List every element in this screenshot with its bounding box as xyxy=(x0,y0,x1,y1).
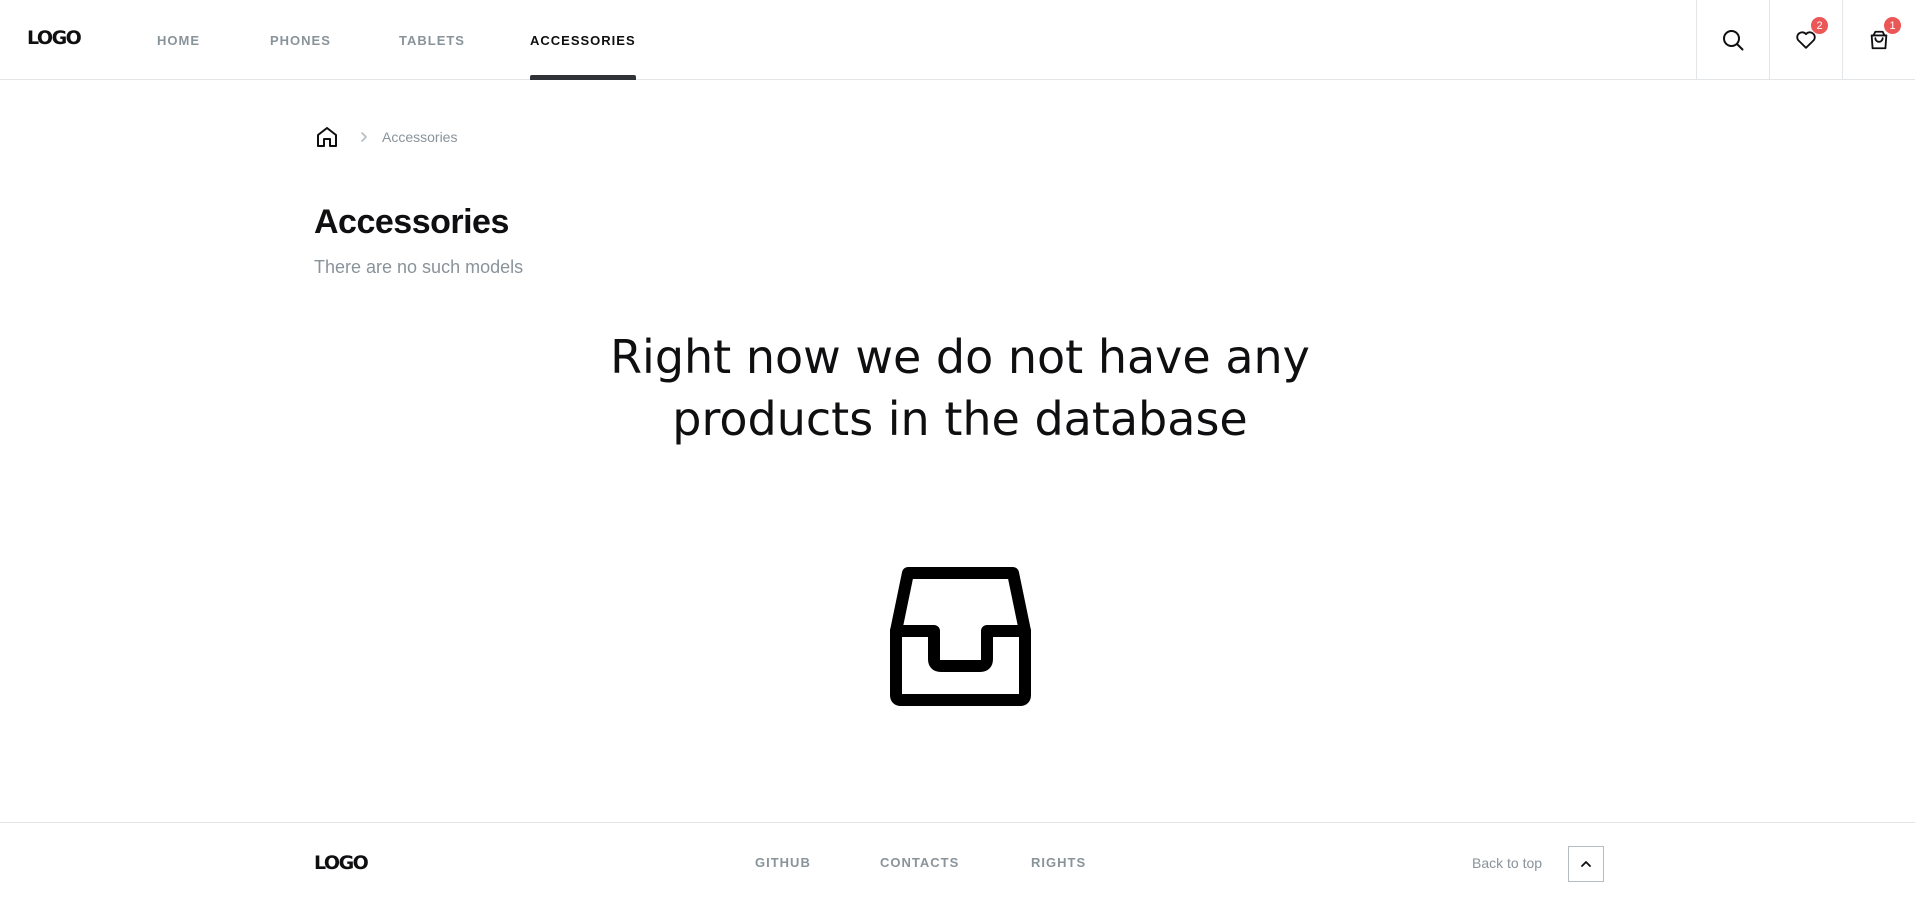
inbox-icon xyxy=(890,567,1031,706)
search-icon xyxy=(1723,30,1744,51)
chevron-up-icon xyxy=(1581,861,1591,867)
chevron-right-icon xyxy=(358,131,370,143)
breadcrumb-home-link[interactable] xyxy=(314,124,340,150)
back-to-top-button[interactable] xyxy=(1568,846,1604,882)
header-actions: 2 1 xyxy=(1696,0,1915,80)
header-logo[interactable]: LOGO xyxy=(27,26,82,50)
footer-link-contacts[interactable]: CONTACTS xyxy=(880,855,959,870)
home-icon xyxy=(317,127,337,147)
favorites-button[interactable]: 2 xyxy=(1769,0,1842,80)
empty-state-message: Right now we do not have any products in… xyxy=(610,330,1310,446)
footer-link-github[interactable]: GITHUB xyxy=(755,855,811,870)
search-button[interactable] xyxy=(1696,0,1769,80)
footer-logo[interactable]: LOGO xyxy=(314,851,369,875)
nav-item-phones[interactable]: PHONES xyxy=(270,0,331,80)
nav-item-tablets[interactable]: TABLETS xyxy=(399,0,465,80)
footer-link-rights[interactable]: RIGHTS xyxy=(1031,855,1086,870)
nav-item-home[interactable]: HOME xyxy=(157,0,200,80)
cart-count-badge: 1 xyxy=(1883,16,1902,35)
cart-button[interactable]: 1 xyxy=(1842,0,1915,80)
favorites-count-badge: 2 xyxy=(1810,16,1829,35)
nav-item-accessories[interactable]: ACCESSORIES xyxy=(530,0,636,80)
breadcrumb-current: Accessories xyxy=(382,129,458,145)
back-to-top-label[interactable]: Back to top xyxy=(1472,855,1542,871)
page-subtitle: There are no such models xyxy=(314,257,524,277)
site-footer: LOGO GITHUB CONTACTS RIGHTS Back to top xyxy=(0,822,1915,899)
breadcrumb: Accessories xyxy=(314,124,457,150)
page-title: Accessories xyxy=(314,203,509,241)
site-header: LOGO HOME PHONES TABLETS ACCESSORIES 2 1 xyxy=(0,0,1915,80)
